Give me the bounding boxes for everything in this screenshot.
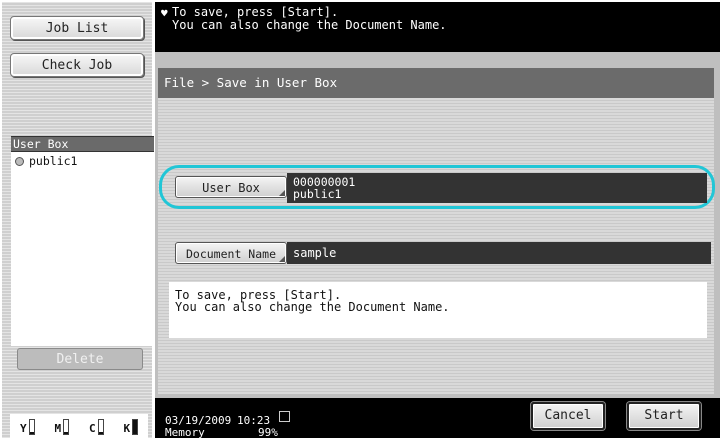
delete-button[interactable]: Delete <box>17 348 143 370</box>
left-panel: Job List Check Job User Box public1 Dele… <box>2 2 154 440</box>
start-button[interactable]: Start <box>627 402 701 430</box>
document-name-value: sample <box>287 242 711 264</box>
corner-arrow-icon <box>279 256 285 262</box>
breadcrumb: File > Save in User Box <box>158 68 714 98</box>
info-box: To save, press [Start]. You can also cha… <box>169 282 707 338</box>
user-box-number: 000000001 <box>293 175 356 189</box>
copier-screen: Job List Check Job User Box public1 Dele… <box>0 0 720 440</box>
toner-yellow: Y <box>20 419 35 435</box>
toner-indicator: Y M C K <box>10 414 148 440</box>
toner-cyan: C <box>89 419 104 435</box>
job-list-button[interactable]: Job List <box>10 16 144 40</box>
info-icon: ♥ <box>161 7 168 20</box>
userbox-item-label: public1 <box>29 154 78 168</box>
check-job-button[interactable]: Check Job <box>10 53 144 77</box>
main-panel: File > Save in User Box User Box 0000000… <box>155 52 720 398</box>
toner-magenta: M <box>54 419 70 435</box>
message-area: ♥ To save, press [Start]. You can also c… <box>155 2 720 52</box>
document-name-button[interactable]: Document Name <box>175 242 287 264</box>
toner-black: K <box>123 419 139 435</box>
box-icon <box>15 156 24 166</box>
memory-label: Memory <box>165 426 205 439</box>
user-box-button[interactable]: User Box <box>175 176 287 198</box>
message-line-2: You can also change the Document Name. <box>172 18 447 32</box>
userbox-list-header: User Box <box>11 136 154 152</box>
user-box-value: 000000001 public1 <box>287 173 707 203</box>
network-icon <box>279 411 290 422</box>
status-date: 03/19/2009 <box>165 414 232 427</box>
memory-value: 99% <box>258 426 278 439</box>
info-line-2: You can also change the Document Name. <box>175 300 450 314</box>
status-bar: 03/19/2009 10:23 Memory 99% Cancel Start <box>155 398 720 438</box>
status-time: 10:23 <box>237 414 271 427</box>
userbox-list-item[interactable]: public1 <box>11 152 154 170</box>
corner-arrow-icon <box>279 190 285 196</box>
user-box-name: public1 <box>293 187 342 201</box>
cancel-button[interactable]: Cancel <box>531 402 605 430</box>
userbox-list: User Box public1 <box>11 136 154 346</box>
